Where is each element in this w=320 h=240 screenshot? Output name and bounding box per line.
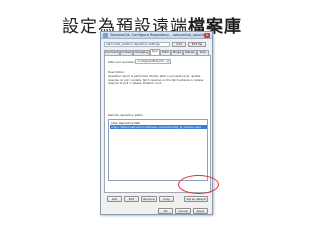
remove-remote-button[interactable]: Remove	[141, 196, 157, 202]
copy-remote-button[interactable]: Copy	[159, 196, 174, 202]
dialog-footer: OK Cancel Apply	[104, 208, 211, 215]
set-as-default-button[interactable]: Set as default	[184, 196, 208, 202]
after-pull-value: <compare Branch>	[137, 59, 165, 63]
edit-remote-button[interactable]: Edit	[124, 196, 139, 202]
close-icon[interactable]: ×	[204, 33, 210, 38]
window-titlebar: TortoiseGit: Configure Repository - netc…	[101, 32, 212, 39]
repository-toolbar: netcontrol_solution repository settings …	[104, 42, 211, 48]
list-item-origin[interactable]: origin: https://netcontrol.netfusion.com…	[110, 125, 207, 129]
add-repository-button[interactable]: Add	[172, 42, 186, 47]
remote-actions: Add Edit Remove Copy Set as default	[104, 196, 211, 203]
sync-panel: After pull operation: <compare Branch> ▾…	[104, 55, 211, 193]
remote-paths-list[interactable]: Alias: Repository Path origin: https://n…	[108, 119, 208, 181]
remotes-label: Remote repository paths:	[108, 113, 144, 117]
cancel-button[interactable]: Cancel	[175, 208, 191, 214]
app-icon	[103, 33, 108, 38]
repository-select[interactable]: netcontrol_solution repository settings	[104, 42, 170, 47]
description-text: Operation which is performed directly af…	[108, 74, 204, 86]
after-pull-label: After pull operation:	[108, 60, 136, 64]
after-pull-select[interactable]: <compare Branch> ▾	[135, 59, 171, 64]
repository-settings-window: TortoiseGit: Configure Repository - netc…	[100, 31, 213, 215]
window-title: TortoiseGit: Configure Repository - netc…	[110, 33, 208, 37]
chevron-down-icon: ▾	[166, 60, 170, 63]
apply-button[interactable]: Apply	[193, 208, 208, 214]
edit-file-button[interactable]: Edit file	[188, 42, 206, 47]
add-remote-button[interactable]: Add	[107, 196, 122, 202]
ok-button[interactable]: OK	[158, 208, 173, 214]
